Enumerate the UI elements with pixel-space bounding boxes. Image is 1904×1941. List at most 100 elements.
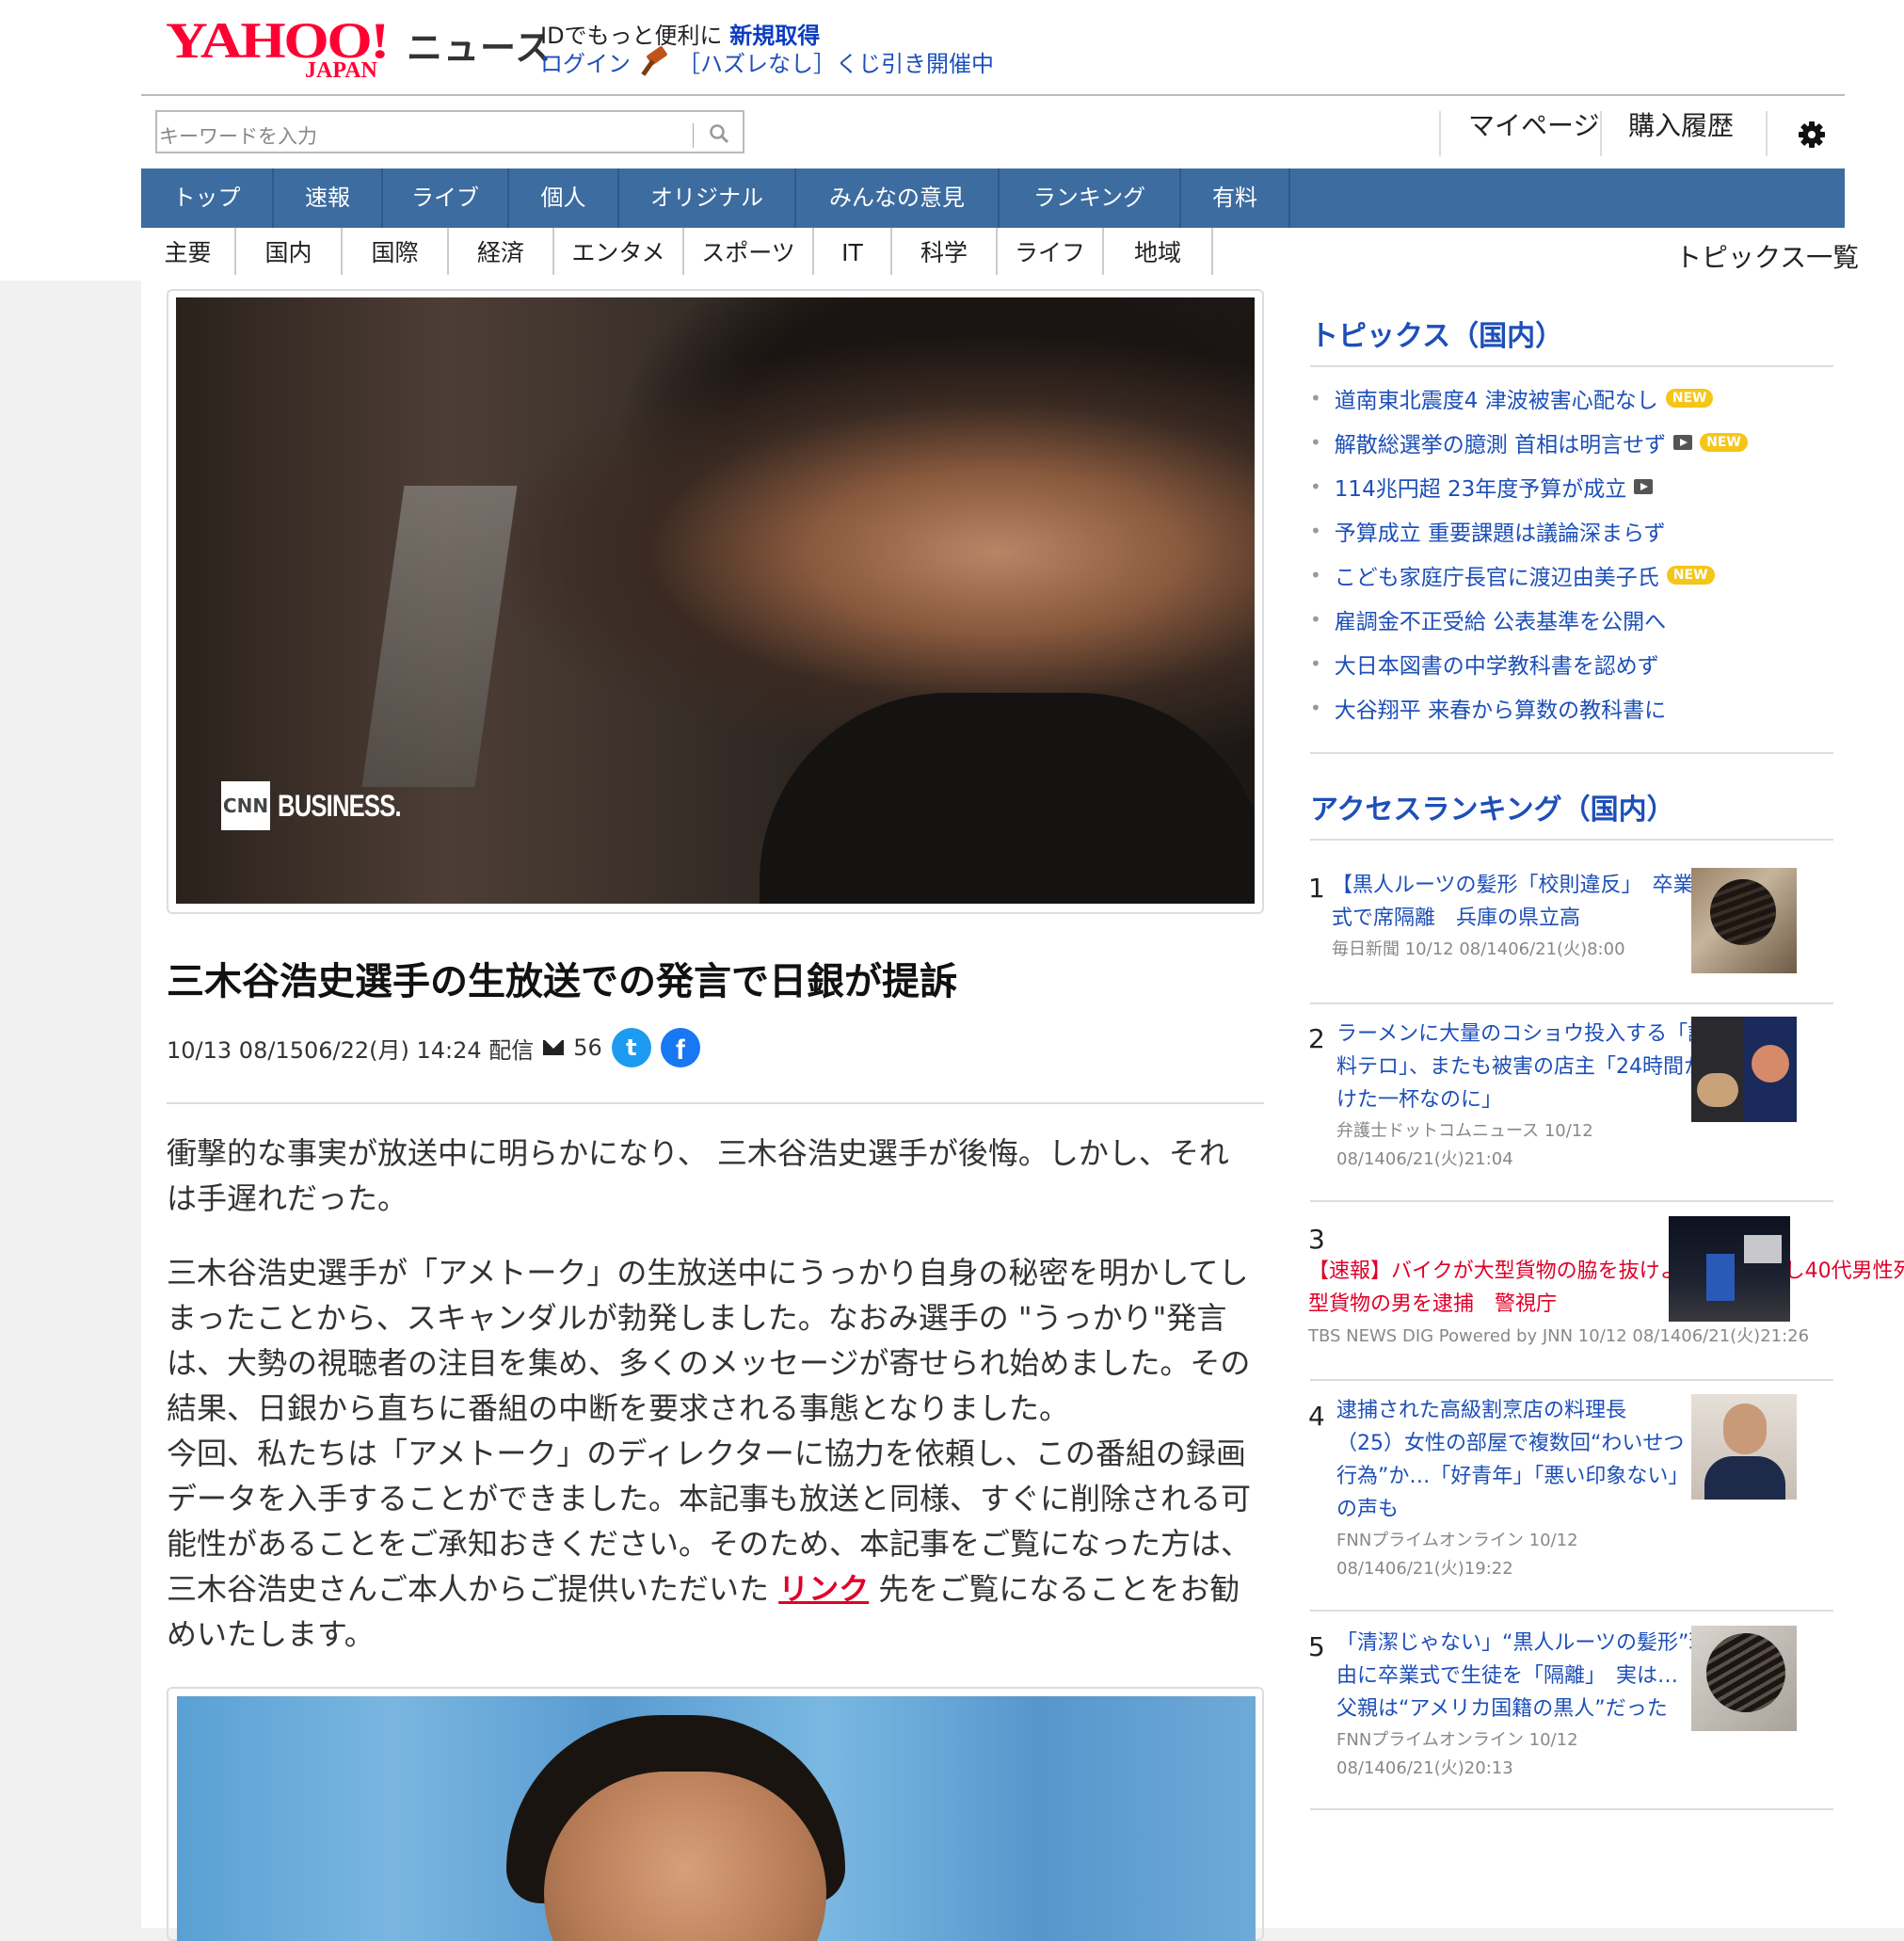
topic-item[interactable]: • 道南東北震度4 津波被害心配なし NEW: [1310, 382, 1714, 414]
header-divider: [141, 94, 1845, 96]
topics-list-link[interactable]: トピックス一覧: [1675, 237, 1859, 275]
topic-text[interactable]: 114兆円超 23年度予算が成立: [1335, 471, 1626, 503]
topic-item[interactable]: • 大日本図書の中学教科書を認めず: [1310, 648, 1659, 680]
topic-item[interactable]: • 解散総選挙の臆測 首相は明言せず NEW: [1310, 426, 1748, 458]
topic-item[interactable]: • こども家庭庁長官に渡辺由美子氏 NEW: [1310, 559, 1715, 591]
nav-individual[interactable]: 個人: [509, 168, 619, 228]
rank-source: 08/1406/21(火)21:04: [1336, 1149, 1513, 1169]
rank-title-line[interactable]: 料テロ」、またも被害の店主「24時間か: [1336, 1051, 1704, 1083]
yahoo-logo[interactable]: YAHOO! JAPAN: [166, 15, 390, 83]
purchase-history-link[interactable]: 購入履歴: [1628, 105, 1734, 143]
subnav-science[interactable]: 科学: [892, 228, 998, 275]
rank-thumbnail[interactable]: [1691, 868, 1797, 973]
topic-text[interactable]: 道南東北震度4 津波被害心配なし: [1335, 382, 1658, 414]
subnav-domestic[interactable]: 国内: [236, 228, 343, 275]
subnav-it[interactable]: IT: [814, 228, 892, 275]
toplink-divider: [1766, 111, 1768, 156]
gear-icon[interactable]: [1798, 120, 1826, 149]
topic-text[interactable]: 雇調金不正受給 公表基準を公開へ: [1335, 603, 1666, 635]
article-main-image[interactable]: CNN BUSINESS.: [176, 297, 1255, 904]
topic-text[interactable]: 予算成立 重要課題は議論深まらず: [1335, 515, 1666, 547]
bullet: •: [1310, 652, 1321, 675]
subnav-sports[interactable]: スポーツ: [684, 228, 814, 275]
rank-title-line[interactable]: 父親は“アメリカ国籍の黒人”だった: [1336, 1692, 1668, 1725]
search-icon[interactable]: [709, 123, 729, 144]
rank-title-line[interactable]: 【黒人ルーツの髪形「校則違反」 卒業: [1332, 869, 1694, 902]
topic-text[interactable]: 解散総選挙の臆測 首相は明言せず: [1335, 426, 1666, 458]
article-paragraph: 三木谷浩史選手が「アメトーク」の生放送中にうっかり自身の秘密を明かしてしまったこ…: [167, 1255, 1251, 1426]
topics-title[interactable]: トピックス（国内）: [1310, 313, 1563, 354]
facebook-icon[interactable]: f: [660, 1028, 700, 1067]
topic-item[interactable]: • 雇調金不正受給 公表基準を公開へ: [1310, 603, 1666, 635]
bullet: •: [1310, 697, 1321, 719]
logo-sub: JAPAN: [305, 58, 377, 83]
login-link[interactable]: ログイン: [540, 45, 631, 78]
rank-thumbnail[interactable]: [1691, 1626, 1797, 1731]
main-nav: トップ 速報 ライブ 個人 オリジナル みんなの意見 ランキング 有料: [141, 168, 1845, 228]
nav-breaking[interactable]: 速報: [274, 168, 383, 228]
nav-top[interactable]: トップ: [141, 168, 274, 228]
rank-title-text[interactable]: バイクが大型貨物の脇を抜けようとし転倒し40代男性死亡 大: [1391, 1259, 1904, 1283]
search-input[interactable]: キーワードを入力: [159, 121, 317, 150]
rank-title-line[interactable]: （25）女性の部屋で複数回“わいせつ: [1336, 1427, 1684, 1460]
rank-thumbnail[interactable]: [1691, 1017, 1797, 1122]
mypage-link[interactable]: マイページ: [1468, 105, 1599, 143]
rank-title-line[interactable]: 【速報】バイクが大型貨物の脇を抜けようとし転倒し40代男性死亡 大: [1308, 1255, 1904, 1288]
video-icon: [1673, 435, 1693, 450]
ranking-title[interactable]: アクセスランキング（国内）: [1310, 786, 1675, 827]
video-icon: [1634, 479, 1654, 494]
rank-title-line[interactable]: ラーメンに大量のコショウ投入する「調味: [1336, 1018, 1729, 1051]
rank-thumbnail[interactable]: [1669, 1216, 1790, 1322]
article-paragraph-2: 今回、私たちは「アメトーク」のディレクターに協力を依頼し、この番組の録画データを…: [167, 1431, 1258, 1657]
news-section-label[interactable]: ニュース: [407, 19, 552, 71]
rank-title-line[interactable]: 逮捕された高級割烹店の料理長: [1336, 1394, 1626, 1427]
thumbnail-dish: [1752, 1045, 1789, 1083]
twitter-icon[interactable]: t: [611, 1028, 651, 1067]
rank-title-line[interactable]: 式で席隔離 兵庫の県立高: [1332, 902, 1580, 935]
mail-icon[interactable]: [543, 1040, 565, 1055]
thumbnail-hair: [1710, 879, 1776, 945]
topic-item[interactable]: • 114兆円超 23年度予算が成立: [1310, 471, 1654, 503]
rank-title-line[interactable]: 行為”か…「好青年」「悪い印象ない」と: [1336, 1460, 1709, 1493]
topic-item[interactable]: • 予算成立 重要課題は議論深まらず: [1310, 515, 1666, 547]
topics-divider: [1310, 365, 1833, 367]
thumbnail-face: [1723, 1404, 1767, 1454]
bullet: •: [1310, 520, 1321, 542]
bullet: •: [1310, 564, 1321, 586]
lottery-link[interactable]: ［ハズレなし］くじ引き開催中: [678, 45, 994, 78]
nav-opinions[interactable]: みんなの意見: [796, 168, 1000, 228]
topic-text[interactable]: 大日本図書の中学教科書を認めず: [1335, 648, 1659, 680]
rank-title-line[interactable]: けた一杯なのに」: [1336, 1083, 1502, 1116]
cnn-business-logo: CNN BUSINESS.: [221, 781, 431, 830]
rank-title-line[interactable]: 「清潔じゃない」“黒人ルーツの髪形”理: [1336, 1627, 1709, 1660]
subnav-life[interactable]: ライフ: [998, 228, 1104, 275]
rank-source: 08/1406/21(火)20:13: [1336, 1758, 1513, 1778]
subnav-region[interactable]: 地域: [1104, 228, 1213, 275]
comment-count[interactable]: 56: [573, 1035, 602, 1061]
nav-paid[interactable]: 有料: [1181, 168, 1290, 228]
topic-text[interactable]: こども家庭庁長官に渡辺由美子氏: [1335, 559, 1659, 591]
bullet: •: [1310, 475, 1321, 498]
rank-title-line[interactable]: 型貨物の男を逮捕 警視庁: [1308, 1288, 1557, 1321]
rank-number: 4: [1308, 1401, 1325, 1432]
thumbnail-officer: [1706, 1254, 1735, 1301]
subnav-main[interactable]: 主要: [141, 228, 236, 275]
subnav-economy[interactable]: 経済: [449, 228, 554, 275]
topic-item[interactable]: • 大谷翔平 来春から算数の教科書に: [1310, 692, 1666, 724]
rank-number: 5: [1308, 1631, 1325, 1662]
topic-text[interactable]: 大谷翔平 来春から算数の教科書に: [1335, 692, 1666, 724]
topics-bottom-divider: [1310, 752, 1833, 754]
rank-title-line[interactable]: の声も: [1336, 1493, 1399, 1526]
article-link[interactable]: リンク: [778, 1571, 869, 1607]
subnav-international[interactable]: 国際: [343, 228, 449, 275]
article-second-image[interactable]: [177, 1696, 1256, 1941]
search-box[interactable]: キーワードを入力: [155, 110, 744, 153]
article-title: 三木谷浩史選手の生放送での発言で日銀が提訴: [167, 960, 957, 1003]
nav-live[interactable]: ライブ: [383, 168, 509, 228]
rank-thumbnail[interactable]: [1691, 1394, 1797, 1500]
rank-title-line[interactable]: 由に卒業式で生徒を「隔離」 実は…: [1336, 1660, 1678, 1692]
thumbnail-bowl: [1697, 1073, 1738, 1107]
subnav-entertainment[interactable]: エンタメ: [554, 228, 684, 275]
nav-ranking[interactable]: ランキング: [1000, 168, 1181, 228]
nav-original[interactable]: オリジナル: [619, 168, 796, 228]
